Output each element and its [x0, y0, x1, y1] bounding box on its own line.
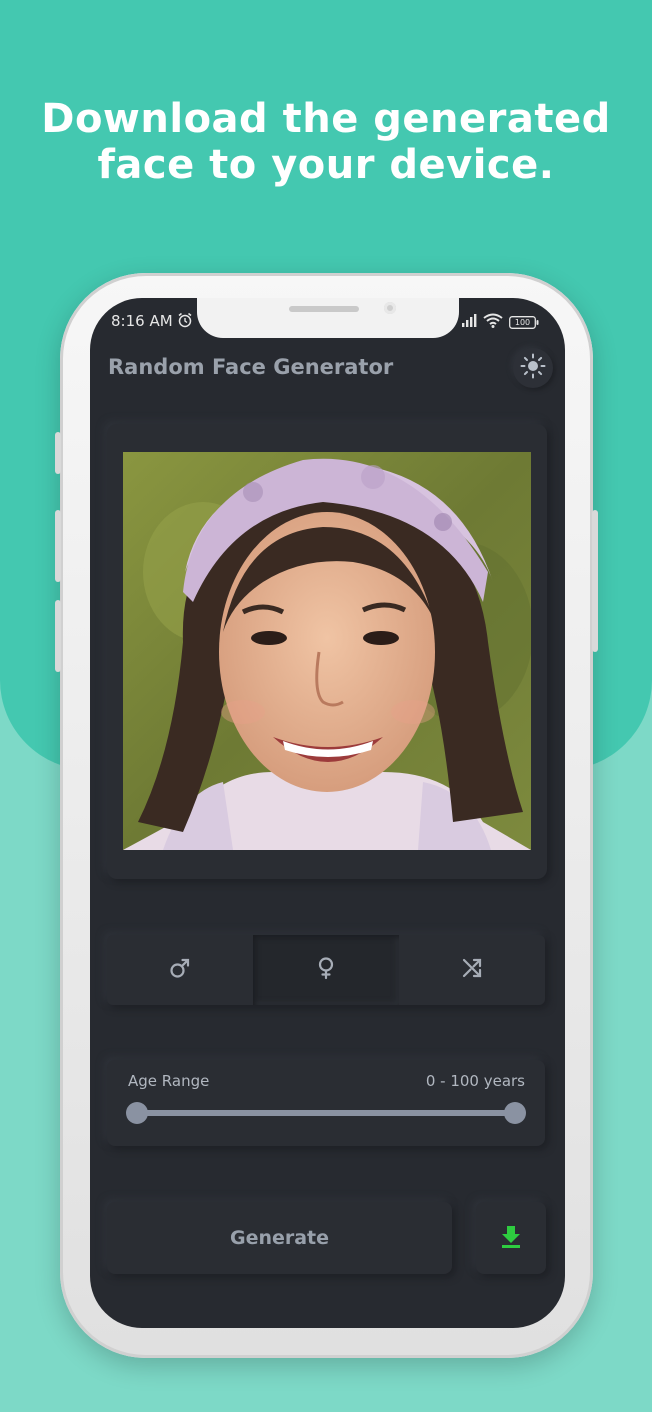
status-bar-time: 8:16 AM [111, 312, 193, 330]
male-icon [168, 956, 192, 984]
random-gender-button[interactable] [399, 935, 545, 1005]
shuffle-icon [460, 956, 484, 984]
phone-volume-up [55, 510, 61, 582]
phone-volume-down [55, 600, 61, 672]
battery-level: 100 [514, 318, 531, 327]
face-card [107, 424, 547, 879]
signal-icon [461, 313, 477, 332]
female-icon [314, 956, 338, 984]
age-slider-track[interactable] [137, 1110, 515, 1116]
age-range-card: Age Range 0 - 100 years [107, 1060, 545, 1146]
battery-icon: 100 [509, 316, 539, 329]
phone-notch [197, 298, 459, 338]
front-camera [384, 302, 396, 314]
headline-line-2: face to your device. [97, 142, 555, 188]
speaker-grille [289, 306, 359, 312]
alarm-icon [177, 312, 193, 330]
phone-mute-switch [55, 432, 61, 474]
age-range-label: Age Range [128, 1072, 210, 1090]
download-icon [500, 1224, 522, 1252]
headline: Download the generated face to your devi… [0, 96, 652, 188]
app-title: Random Face Generator [108, 355, 394, 379]
female-option-button[interactable] [253, 935, 399, 1005]
age-slider-min-thumb[interactable] [126, 1102, 148, 1124]
age-range-value: 0 - 100 years [425, 1072, 525, 1090]
theme-toggle-button[interactable] [513, 348, 553, 388]
generate-button[interactable]: Generate [107, 1202, 452, 1274]
wifi-icon [483, 313, 503, 332]
headline-line-1: Download the generated [41, 96, 611, 142]
sun-icon [520, 353, 546, 383]
download-button[interactable] [476, 1202, 546, 1274]
gender-selector [107, 935, 545, 1005]
generated-face-image [123, 452, 531, 850]
age-slider-max-thumb[interactable] [504, 1102, 526, 1124]
male-option-button[interactable] [107, 935, 253, 1005]
phone-screen: 8:16 AM 100 Random Face Generator Age Ra… [90, 298, 565, 1328]
status-bar-icons: 100 [461, 313, 539, 332]
phone-power-button [592, 510, 598, 652]
